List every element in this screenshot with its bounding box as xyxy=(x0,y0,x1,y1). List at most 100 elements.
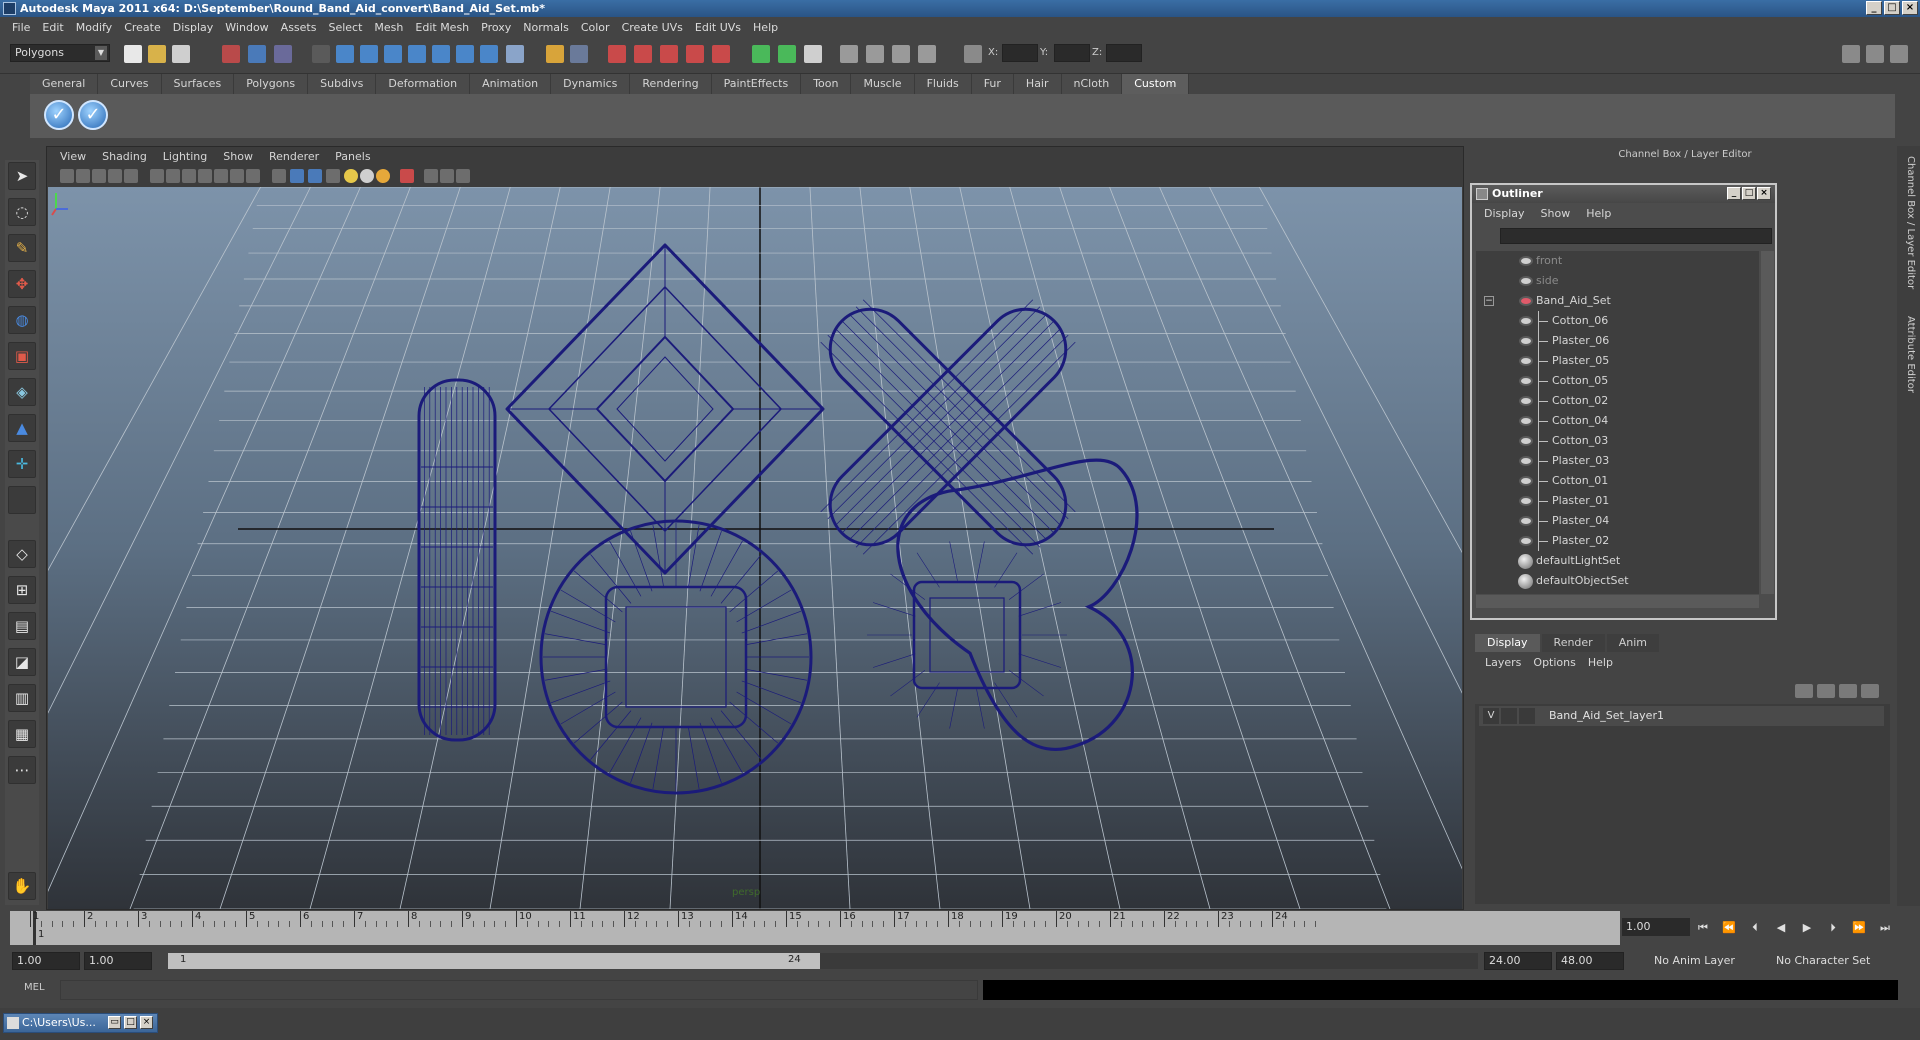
go-to-start-icon[interactable]: ⏮ xyxy=(1694,920,1712,936)
open-scene-icon[interactable] xyxy=(148,45,166,63)
snap-live-icon[interactable] xyxy=(432,45,450,63)
start-time-field[interactable]: 1.00 xyxy=(12,952,80,970)
shelf-tab-painteffects[interactable]: PaintEffects xyxy=(711,74,802,94)
outliner-menu-show[interactable]: Show xyxy=(1533,207,1579,220)
menu-help[interactable]: Help xyxy=(747,21,784,34)
move-tool-icon[interactable]: ✥ xyxy=(8,270,36,298)
smooth-shade-icon[interactable] xyxy=(290,169,304,183)
shelf-tab-hair[interactable]: Hair xyxy=(1013,74,1062,94)
step-forward-frame-icon[interactable]: ⏩ xyxy=(1850,920,1868,936)
shelf-tab-ncloth[interactable]: nCloth xyxy=(1061,74,1123,94)
outliner-item[interactable]: Cotton_06 xyxy=(1476,311,1759,331)
maximize-button[interactable]: □ xyxy=(1884,1,1900,15)
check-icon[interactable]: ✓ xyxy=(44,100,74,130)
layer-tab-anim[interactable]: Anim xyxy=(1606,634,1659,652)
shelf-tab-muscle[interactable]: Muscle xyxy=(851,74,915,94)
shelf-tab-deformation[interactable]: Deformation xyxy=(376,74,471,94)
lock-selection-icon[interactable] xyxy=(312,45,330,63)
outliner-filter-field[interactable] xyxy=(1500,228,1772,244)
input-line-icon[interactable] xyxy=(752,45,770,63)
play-backwards-icon[interactable]: ◀ xyxy=(1772,920,1790,936)
select-hierarchy-icon[interactable] xyxy=(222,45,240,63)
image-plane-icon[interactable] xyxy=(108,169,122,183)
layer-menu-layers[interactable]: Layers xyxy=(1479,656,1527,669)
outliner-item[interactable]: Cotton_05 xyxy=(1476,371,1759,391)
single-perspective-layout-icon[interactable]: ◇ xyxy=(8,540,36,568)
universal-manipulator-icon[interactable]: ◈ xyxy=(8,378,36,406)
viewport-menu-view[interactable]: View xyxy=(52,148,94,166)
perspective-viewport[interactable]: persp xyxy=(48,187,1462,909)
layer-tab-display[interactable]: Display xyxy=(1475,634,1540,652)
outliner-item[interactable]: Cotton_02 xyxy=(1476,391,1759,411)
select-mode-icon[interactable] xyxy=(778,45,796,63)
save-scene-icon[interactable] xyxy=(172,45,190,63)
x-field[interactable] xyxy=(1002,44,1038,62)
check-icon[interactable]: ✓ xyxy=(78,100,108,130)
two-d-pan-zoom-icon[interactable] xyxy=(124,169,138,183)
outliner-item[interactable]: side xyxy=(1476,271,1759,291)
layer-visibility-toggle[interactable]: V xyxy=(1483,708,1499,724)
viewport-menu-lighting[interactable]: Lighting xyxy=(155,148,215,166)
channel-box-toggle-icon[interactable] xyxy=(1890,45,1908,63)
minimized-window-task[interactable]: C:\Users\Us... ▭ □ × xyxy=(3,1013,158,1033)
menu-select[interactable]: Select xyxy=(322,21,368,34)
character-set-select[interactable]: No Character Set xyxy=(1772,952,1892,970)
outliner-item[interactable]: Cotton_03 xyxy=(1476,431,1759,451)
move-layer-up-icon[interactable] xyxy=(1795,684,1813,698)
more-layouts-icon[interactable]: ⋯ xyxy=(8,756,36,784)
maya-app-icon[interactable] xyxy=(3,2,16,15)
snap-curve-icon[interactable] xyxy=(360,45,378,63)
menu-create-uvs[interactable]: Create UVs xyxy=(616,21,689,34)
viewport-menu-shading[interactable]: Shading xyxy=(94,148,155,166)
layer-menu-options[interactable]: Options xyxy=(1527,656,1581,669)
playback-end-field[interactable]: 24.00 xyxy=(1484,952,1552,970)
z-field[interactable] xyxy=(1106,44,1142,62)
input-ops-icon[interactable] xyxy=(546,45,564,63)
snap-grid-icon[interactable] xyxy=(336,45,354,63)
menu-color[interactable]: Color xyxy=(575,21,616,34)
render-settings-icon[interactable] xyxy=(660,45,678,63)
trax-editor-icon[interactable] xyxy=(892,45,910,63)
persp-graph-layout-icon[interactable]: ◪ xyxy=(8,648,36,676)
shelf-tab-custom[interactable]: Custom xyxy=(1122,74,1190,94)
wireframe-on-shaded-icon[interactable] xyxy=(308,169,322,183)
viewport-menu-panels[interactable]: Panels xyxy=(327,148,378,166)
outliner-title-bar[interactable]: Outliner _ □ × xyxy=(1472,185,1775,203)
camera-attributes-icon[interactable] xyxy=(76,169,90,183)
outliner-close-button[interactable]: × xyxy=(1757,187,1771,200)
layer-row[interactable]: V Band_Aid_Set_layer1 xyxy=(1479,706,1884,726)
outliner-item[interactable]: − Band_Aid_Set xyxy=(1476,291,1759,311)
range-slider[interactable]: 1 24 xyxy=(168,953,1478,969)
outliner-vertical-scrollbar[interactable] xyxy=(1761,251,1774,594)
script-language-label[interactable]: MEL xyxy=(24,982,45,993)
soft-modification-icon[interactable]: ▲ xyxy=(8,414,36,442)
current-frame-field[interactable]: 1.00 xyxy=(1622,918,1690,936)
dope-sheet-icon[interactable] xyxy=(866,45,884,63)
select-object-icon[interactable] xyxy=(248,45,266,63)
menu-create[interactable]: Create xyxy=(118,21,167,34)
safe-title-icon[interactable] xyxy=(246,169,260,183)
last-tool-icon[interactable] xyxy=(8,486,36,514)
brush-tool-icon[interactable]: ✋ xyxy=(8,872,36,900)
output-ops-icon[interactable] xyxy=(570,45,588,63)
menu-proxy[interactable]: Proxy xyxy=(475,21,517,34)
hypershade-icon[interactable] xyxy=(686,45,704,63)
outliner-item[interactable]: Plaster_02 xyxy=(1476,531,1759,551)
step-forward-key-icon[interactable]: ⏵ xyxy=(1824,920,1842,936)
shadows-icon[interactable] xyxy=(376,169,390,183)
select-component-icon[interactable] xyxy=(274,45,292,63)
snap-view-plane-icon[interactable] xyxy=(408,45,426,63)
play-forwards-icon[interactable]: ▶ xyxy=(1798,920,1816,936)
shelf-tab-toon[interactable]: Toon xyxy=(801,74,852,94)
outliner-horizontal-scrollbar[interactable] xyxy=(1476,595,1759,608)
outliner-menu-help[interactable]: Help xyxy=(1578,207,1619,220)
task-restore-button[interactable]: ▭ xyxy=(108,1016,121,1029)
textured-icon[interactable] xyxy=(326,169,340,183)
outliner-maximize-button[interactable]: □ xyxy=(1742,187,1756,200)
help-line-icon[interactable] xyxy=(506,45,524,63)
absolute-transform-icon[interactable] xyxy=(964,45,982,63)
new-layer-from-selection-icon[interactable] xyxy=(1861,684,1879,698)
layer-tab-render[interactable]: Render xyxy=(1541,634,1605,652)
range-slider-handle[interactable] xyxy=(168,953,820,969)
menu-modify[interactable]: Modify xyxy=(70,21,118,34)
